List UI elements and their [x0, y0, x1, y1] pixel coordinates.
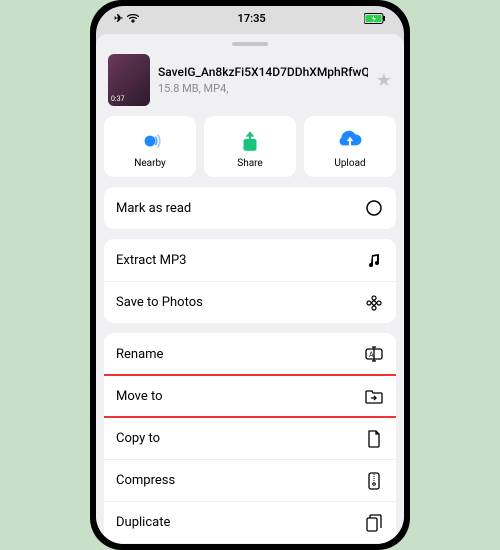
file-info: SaveIG_An8kzFi5X14D7DDhXMphRfwQ_DteM6vka…: [104, 52, 396, 116]
group-read: Mark as read: [104, 187, 396, 229]
mark-as-read-label: Mark as read: [116, 201, 191, 216]
compress-row[interactable]: Compress: [104, 459, 396, 501]
screen: ✈ 17:35 SaveIG_An8kzFi5X14D7DDhXMphRfwQ_…: [96, 6, 404, 544]
video-thumbnail[interactable]: [108, 54, 150, 106]
file-name: SaveIG_An8kzFi5X14D7DDhXMphRfwQ_DteM6vka…: [158, 65, 368, 79]
share-label: Share: [237, 158, 262, 169]
nearby-button[interactable]: Nearby: [104, 116, 196, 177]
music-icon: [364, 250, 384, 270]
upload-label: Upload: [334, 158, 365, 169]
battery-icon: [364, 13, 386, 24]
group-file: Rename A Move to Copy to Compress Duplic…: [104, 333, 396, 543]
share-button[interactable]: Share: [204, 116, 296, 177]
favorite-icon[interactable]: ★: [376, 70, 392, 91]
extract-mp3-label: Extract MP3: [116, 253, 186, 268]
copy-to-row[interactable]: Copy to: [104, 417, 396, 459]
document-icon: [364, 429, 384, 449]
rename-label: Rename: [116, 347, 163, 362]
rename-icon: A: [364, 344, 384, 364]
nearby-icon: [137, 128, 163, 154]
copy-to-label: Copy to: [116, 431, 160, 446]
folder-arrow-icon: [364, 387, 384, 407]
extract-mp3-row[interactable]: Extract MP3: [104, 239, 396, 281]
zip-icon: [364, 471, 384, 491]
duplicate-label: Duplicate: [116, 515, 170, 530]
nearby-label: Nearby: [134, 158, 166, 169]
rename-row[interactable]: Rename A: [104, 333, 396, 375]
save-to-photos-label: Save to Photos: [116, 295, 203, 310]
duplicate-row[interactable]: Duplicate: [104, 501, 396, 543]
upload-button[interactable]: Upload: [304, 116, 396, 177]
share-icon: [237, 128, 263, 154]
phone-frame: ✈ 17:35 SaveIG_An8kzFi5X14D7DDhXMphRfwQ_…: [90, 0, 410, 550]
airplane-icon: ✈: [114, 12, 123, 25]
circle-icon: [364, 198, 384, 218]
mark-as-read-row[interactable]: Mark as read: [104, 187, 396, 229]
quick-actions: Nearby Share Upload: [104, 116, 396, 177]
move-to-label: Move to: [116, 389, 163, 404]
status-bar: ✈ 17:35: [96, 6, 404, 30]
svg-text:A: A: [369, 351, 374, 359]
save-to-photos-row[interactable]: Save to Photos: [104, 281, 396, 323]
file-meta: 15.8 MB, MP4,: [158, 82, 368, 95]
compress-label: Compress: [116, 473, 175, 488]
wifi-icon: [127, 13, 139, 23]
upload-icon: [337, 128, 363, 154]
sheet-grabber[interactable]: [232, 42, 268, 46]
clock: 17:35: [238, 12, 266, 25]
duplicate-icon: [364, 513, 384, 533]
photos-icon: [364, 293, 384, 313]
move-to-row[interactable]: Move to: [104, 375, 396, 417]
action-sheet: SaveIG_An8kzFi5X14D7DDhXMphRfwQ_DteM6vka…: [96, 34, 404, 544]
group-media: Extract MP3 Save to Photos: [104, 239, 396, 323]
